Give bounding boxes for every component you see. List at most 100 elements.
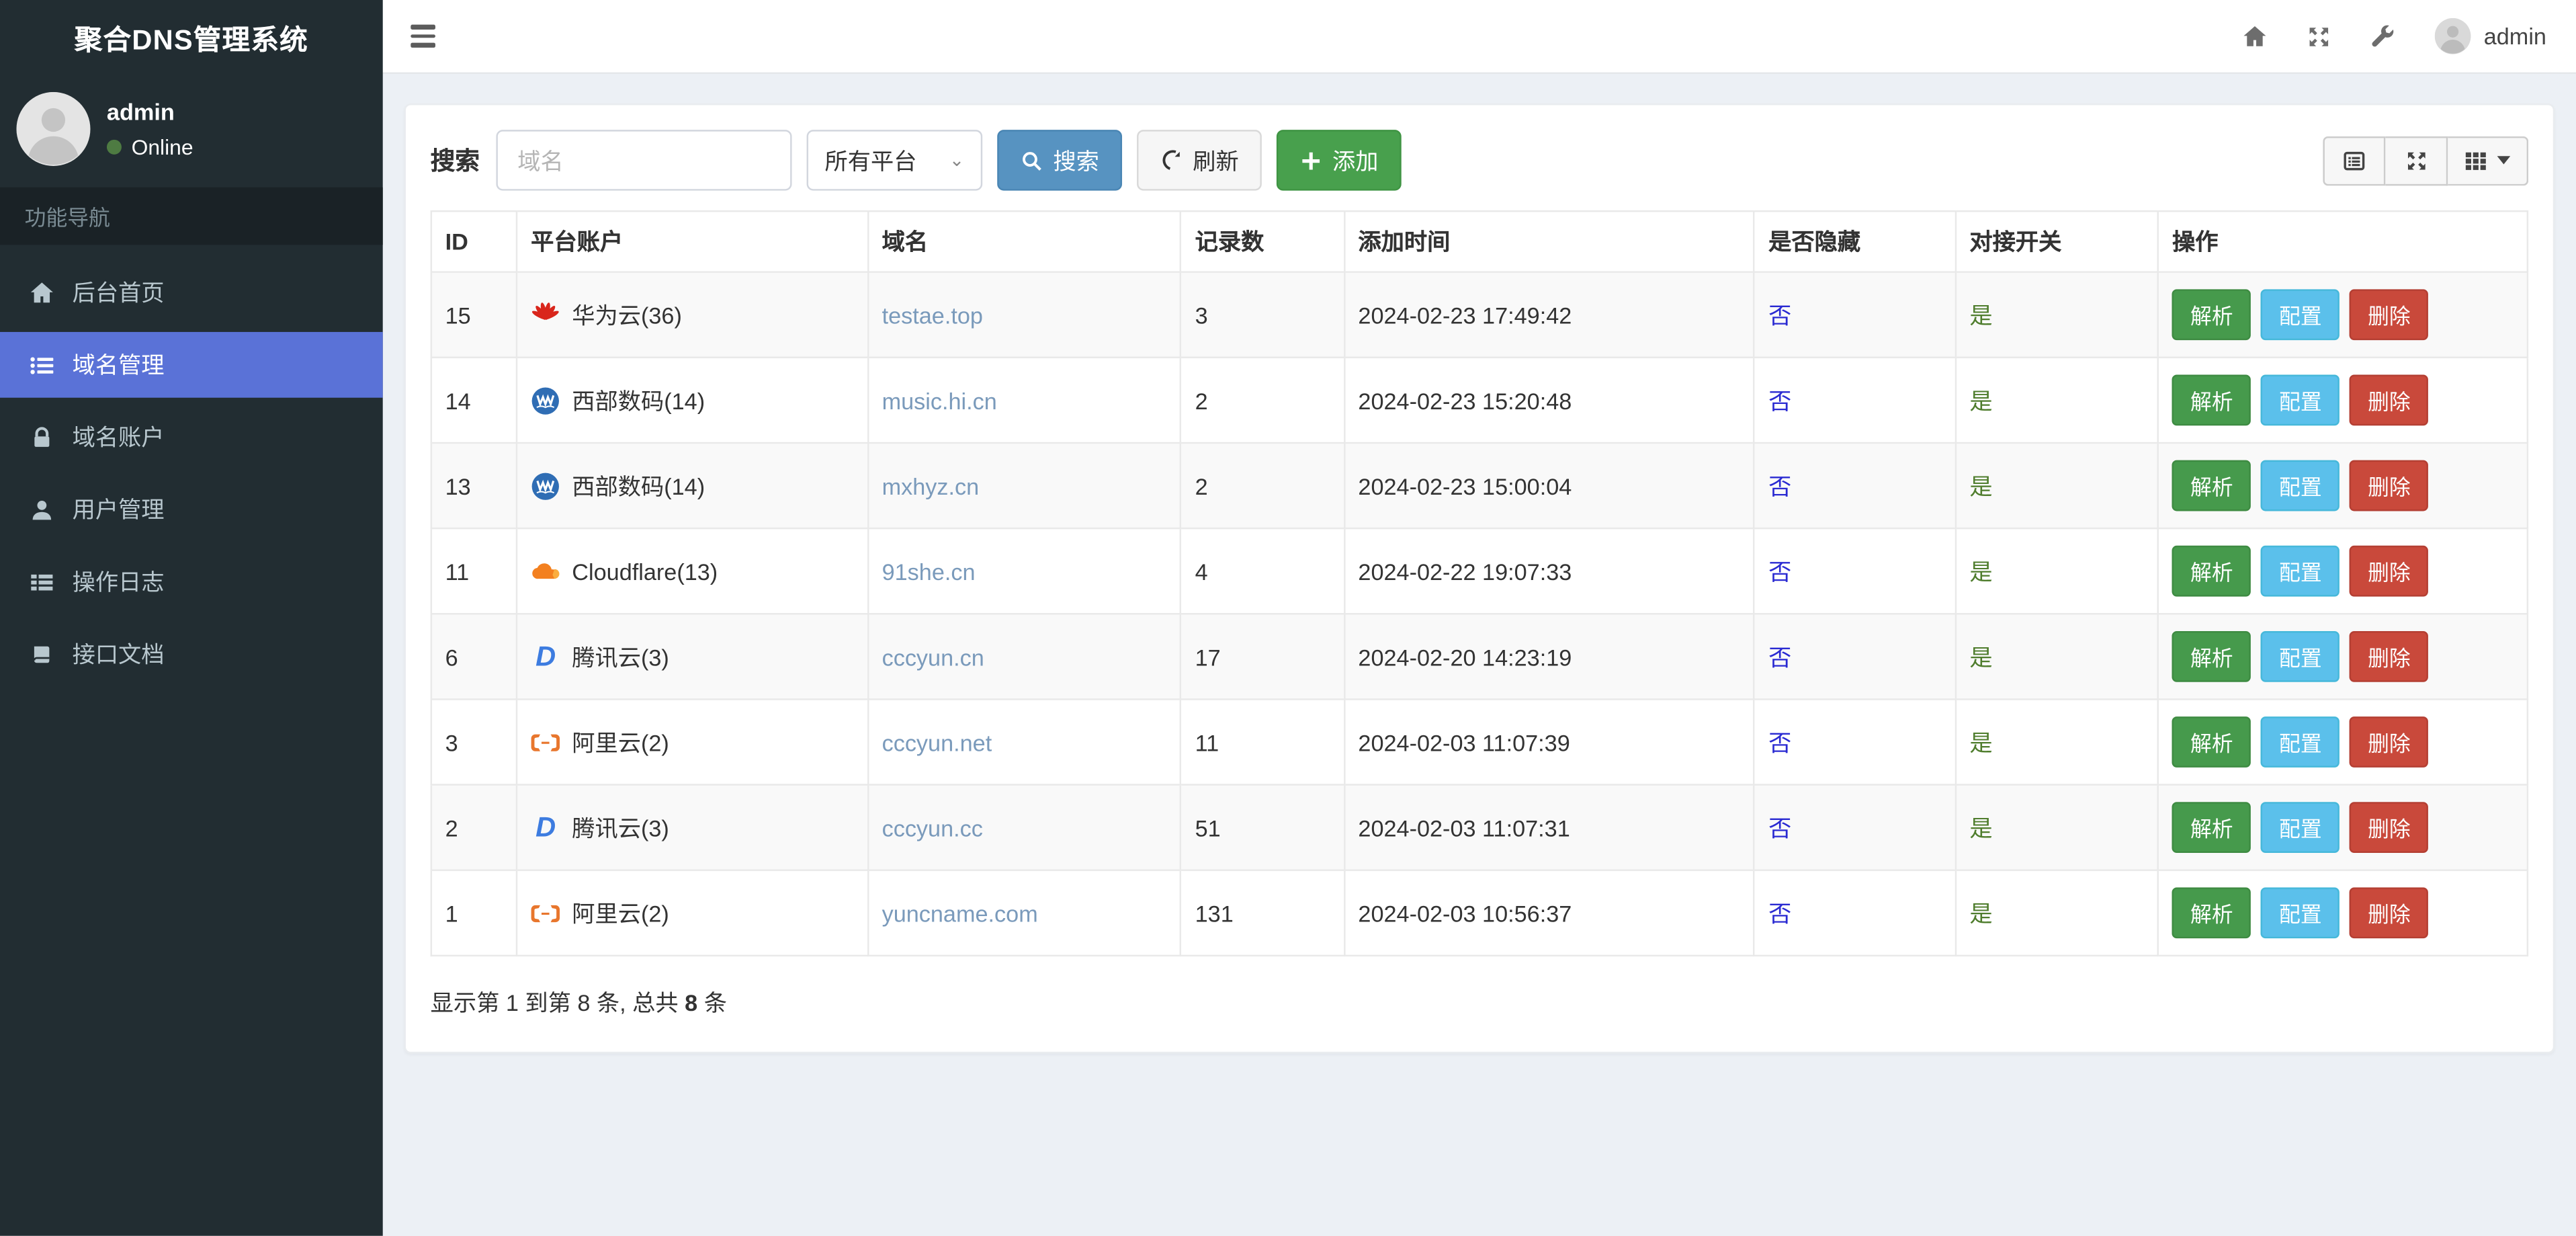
refresh-button[interactable]: 刷新 [1137, 130, 1262, 191]
search-button[interactable]: 搜索 [997, 130, 1123, 191]
delete-button[interactable]: 删除 [2350, 545, 2429, 597]
resolve-button[interactable]: 解析 [2172, 716, 2251, 768]
resolve-button[interactable]: 解析 [2172, 887, 2251, 939]
added-time-cell: 2024-02-22 19:07:33 [1343, 527, 1756, 615]
added-time-cell: 2024-02-03 10:56:37 [1343, 869, 1756, 957]
domain-cell: music.hi.cn [867, 356, 1183, 444]
config-button[interactable]: 配置 [2261, 887, 2340, 939]
app-title: 聚合DNS管理系统 [74, 24, 308, 56]
sidebar-item-accounts[interactable]: 域名账户 [0, 405, 383, 470]
huawei-icon [531, 300, 560, 329]
wrench-icon[interactable] [2370, 24, 2395, 48]
actions-cell: 解析 配置 删除 [2157, 869, 2529, 957]
card-view-button[interactable] [2323, 135, 2386, 186]
resolve-button[interactable]: 解析 [2172, 802, 2251, 854]
delete-button[interactable]: 删除 [2350, 289, 2429, 341]
delete-button[interactable]: 删除 [2350, 374, 2429, 426]
fullscreen-table-button[interactable] [2385, 135, 2448, 186]
actions-cell: 解析 配置 删除 [2157, 698, 2529, 786]
resolve-button[interactable]: 解析 [2172, 630, 2251, 682]
sidebar-item-users[interactable]: 用户管理 [0, 477, 383, 542]
config-button[interactable]: 配置 [2261, 289, 2340, 341]
config-button[interactable]: 配置 [2261, 545, 2340, 597]
hidden-toggle[interactable]: 否 [1768, 302, 1791, 328]
domain-link[interactable]: music.hi.cn [882, 387, 997, 413]
switch-toggle[interactable]: 是 [1969, 815, 1992, 841]
config-button[interactable]: 配置 [2261, 630, 2340, 682]
sidebar-toggle-icon[interactable] [407, 19, 438, 54]
sidebar-item-domains[interactable]: 域名管理 [0, 331, 383, 398]
domain-cell: 91she.cn [867, 527, 1183, 615]
search-input[interactable] [496, 130, 792, 191]
resolve-button[interactable]: 解析 [2172, 460, 2251, 511]
switch-toggle[interactable]: 是 [1969, 900, 1992, 926]
column-header: 平台账户 [516, 210, 869, 273]
platform-cell: D 腾讯云(3) [516, 613, 869, 700]
platform-account-label: 腾讯云(3) [572, 814, 669, 841]
hidden-toggle[interactable]: 否 [1768, 558, 1791, 584]
columns-dropdown-button[interactable] [2448, 135, 2529, 186]
plus-icon [1302, 151, 1320, 169]
domain-link[interactable]: cccyun.cc [882, 815, 983, 841]
switch-toggle[interactable]: 是 [1969, 472, 1992, 499]
platform-account-label: 西部数码(14) [572, 386, 705, 413]
user-menu[interactable]: admin [2434, 17, 2546, 54]
id-cell: 1 [430, 869, 518, 957]
sidebar-item-home[interactable]: 后台首页 [0, 259, 383, 325]
sidebar-item-label: 后台首页 [72, 279, 165, 306]
topbar: admin [382, 0, 2576, 75]
screen: 聚合DNS管理系统 admin Online 功能导航 后台首页 域名管理 域名账户… [0, 0, 2576, 1236]
delete-button[interactable]: 删除 [2350, 887, 2429, 939]
domain-link[interactable]: mxhyz.cn [882, 472, 980, 499]
actions-cell: 解析 配置 删除 [2157, 613, 2529, 700]
delete-button[interactable]: 删除 [2350, 460, 2429, 511]
domain-link[interactable]: cccyun.cn [882, 643, 984, 669]
fullscreen-icon[interactable] [2307, 24, 2331, 48]
hidden-toggle[interactable]: 否 [1768, 472, 1791, 499]
delete-button[interactable]: 删除 [2350, 802, 2429, 854]
th-list-icon [26, 569, 56, 594]
hidden-toggle[interactable]: 否 [1768, 900, 1791, 926]
hidden-toggle[interactable]: 否 [1768, 387, 1791, 413]
config-button[interactable]: 配置 [2261, 374, 2340, 426]
home-icon[interactable] [2242, 24, 2267, 48]
switch-toggle[interactable]: 是 [1969, 302, 1992, 328]
table-row: 11 Cloudflare(13) 91she.cn 4 2024-02-22 19:0… [430, 527, 2529, 615]
delete-button[interactable]: 删除 [2350, 630, 2429, 682]
domain-link[interactable]: yuncname.com [882, 900, 1038, 926]
platform-account-label: 阿里云(2) [572, 899, 669, 926]
resolve-button[interactable]: 解析 [2172, 545, 2251, 597]
column-header: ID [430, 210, 518, 273]
domain-link[interactable]: testae.top [882, 302, 983, 328]
delete-button[interactable]: 删除 [2350, 716, 2429, 768]
switch-toggle[interactable]: 是 [1969, 387, 1992, 413]
platform-select[interactable]: 所有平台 ⌄ [806, 130, 983, 191]
switch-cell: 是 [1955, 869, 2159, 957]
domain-link[interactable]: 91she.cn [882, 558, 976, 584]
switch-toggle[interactable]: 是 [1969, 729, 1992, 755]
sidebar-item-logs[interactable]: 操作日志 [0, 549, 383, 615]
hidden-toggle[interactable]: 否 [1768, 729, 1791, 755]
resolve-button[interactable]: 解析 [2172, 374, 2251, 426]
switch-toggle[interactable]: 是 [1969, 643, 1992, 669]
sidebar-item-label: 域名账户 [72, 423, 165, 450]
search-icon [1023, 151, 1041, 170]
sidebar-item-docs[interactable]: 接口文档 [0, 621, 383, 687]
config-button[interactable]: 配置 [2261, 802, 2340, 854]
hidden-toggle[interactable]: 否 [1768, 643, 1791, 669]
config-button[interactable]: 配置 [2261, 716, 2340, 768]
domain-cell: yuncname.com [867, 869, 1183, 957]
switch-toggle[interactable]: 是 [1969, 558, 1992, 584]
online-status-dot [106, 139, 122, 155]
hidden-toggle[interactable]: 否 [1768, 815, 1791, 841]
config-button[interactable]: 配置 [2261, 460, 2340, 511]
records-cell: 3 [1180, 271, 1345, 359]
caret-down-icon [2497, 156, 2511, 165]
added-time-cell: 2024-02-03 11:07:39 [1343, 698, 1756, 786]
sidebar-item-label: 接口文档 [72, 641, 165, 667]
add-button[interactable]: 添加 [1276, 130, 1402, 191]
platform-account-label: Cloudflare(13) [572, 558, 718, 585]
user-status: Online [106, 134, 193, 159]
resolve-button[interactable]: 解析 [2172, 289, 2251, 341]
domain-link[interactable]: cccyun.net [882, 729, 992, 755]
